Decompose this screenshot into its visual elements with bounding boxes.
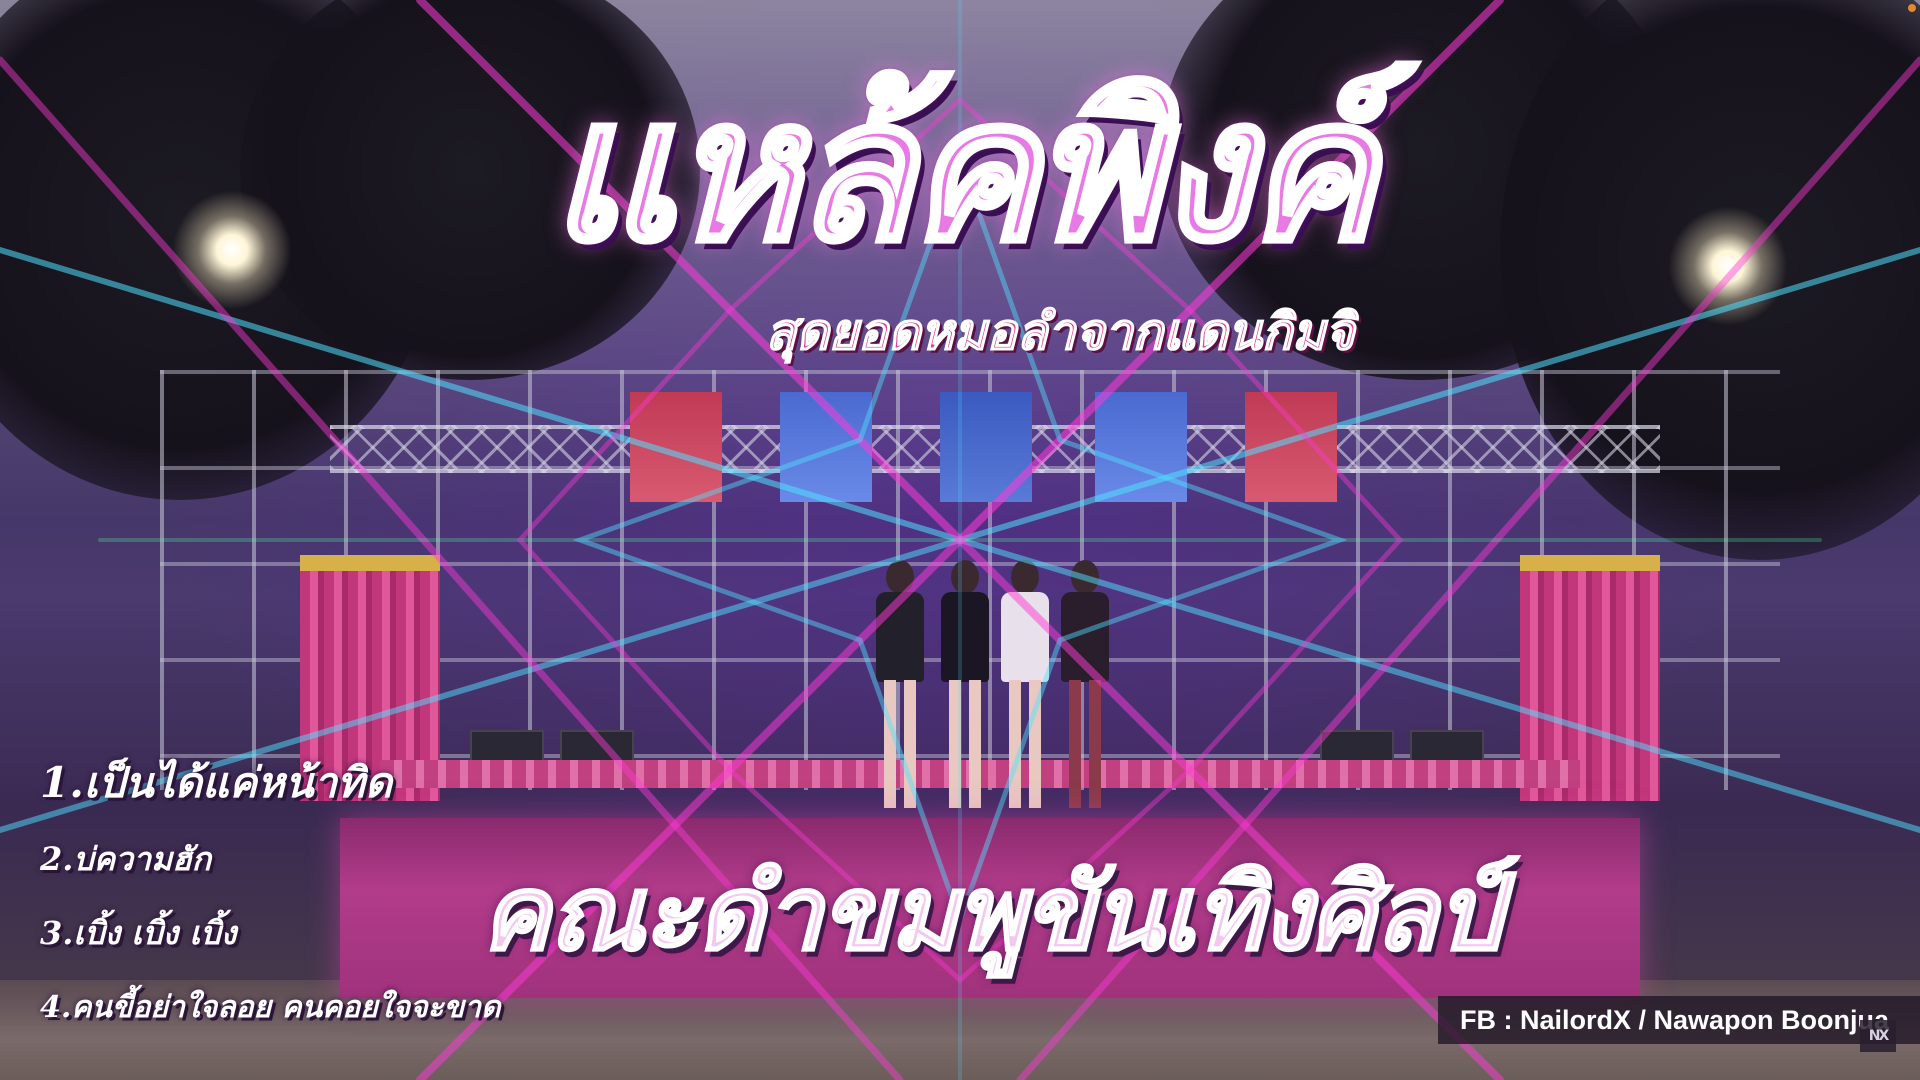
show-subtitle: สุดยอดหมอลำจากแดนกิมจิ	[765, 302, 1355, 361]
song-list-item: 3.เบิ้ง เบิ้ง เบิ้ง	[40, 914, 237, 952]
troupe-name: คณะดำขมพูขันเทิงศิลป์	[480, 851, 1503, 974]
song-list-item: 4.คนขี้อย่าใจลอย คนคอยใจจะขาด	[40, 990, 501, 1025]
show-title: แหล้คพิงค์	[547, 55, 1379, 285]
video-frame: แหล้คพิงค์ สุดยอดหมอลำจากแดนกิมจิ คณะดำข…	[0, 0, 1920, 1080]
corner-indicator-icon	[1908, 4, 1916, 12]
song-list-item: 1.เป็นได้แค่หน้าทิด	[40, 758, 393, 807]
channel-watermark[interactable]: NX	[1860, 1020, 1896, 1052]
song-list: 1.เป็นได้แค่หน้าทิด 2.บ่ความฮัก 3.เบิ้ง …	[40, 740, 510, 1030]
facebook-credit: FB : NailordX / Nawapon Boonjua	[1438, 996, 1920, 1044]
song-list-item: 2.บ่ความฮัก	[40, 840, 212, 878]
